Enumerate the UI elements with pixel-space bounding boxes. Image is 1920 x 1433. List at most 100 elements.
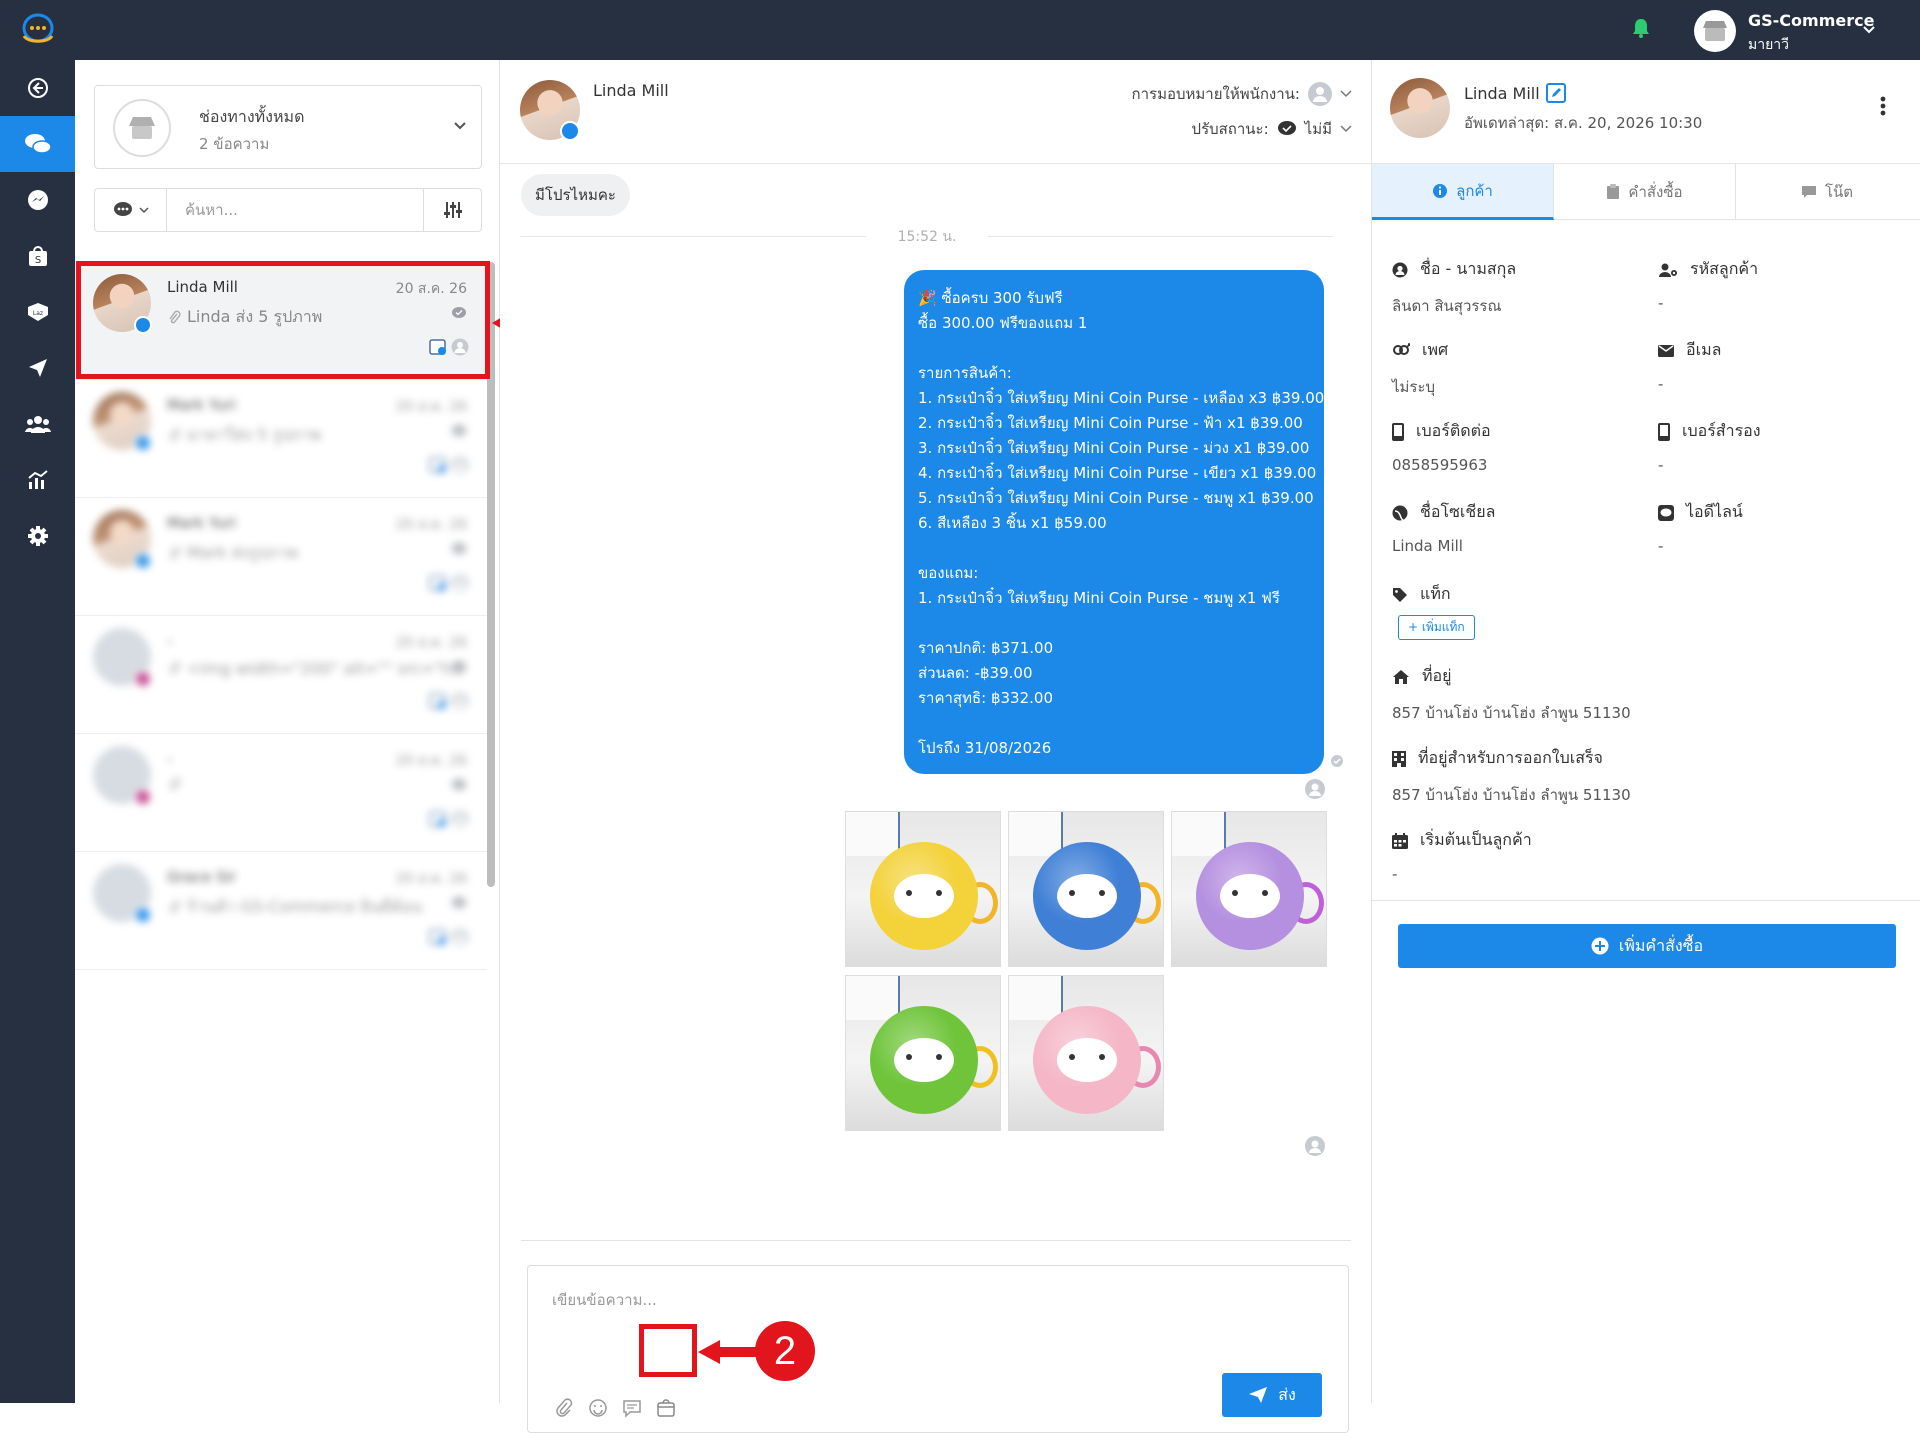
chat-bubbles-icon[interactable]: [0, 116, 75, 172]
info-icon: [1433, 183, 1448, 198]
customer-header: Linda Mill อัพเดทล่าสุด: ส.ค. 20, 2026 1…: [1372, 60, 1920, 164]
section-divider: [1372, 900, 1920, 901]
chevron-down-icon: [1340, 90, 1352, 98]
chat-read-icon: [452, 661, 466, 672]
field-customer-since: เริ่มต้นเป็นลูกค้า -: [1392, 828, 1532, 883]
chevron-down-icon: [138, 207, 149, 214]
filter-settings-icon[interactable]: [423, 189, 481, 231]
message-line: 1. กระเป๋าจิ๋ว ใส่เหรียญ Mini Coin Purse…: [918, 589, 1280, 607]
field-label: รหัสลูกค้า: [1690, 259, 1759, 278]
status-dropdown[interactable]: ปรับสถานะ: ไม่มี: [1192, 117, 1352, 141]
shopping-bag-icon[interactable]: S: [0, 228, 75, 284]
chat-check-icon: [1277, 121, 1296, 135]
search-input[interactable]: [167, 189, 423, 231]
gear-icon[interactable]: [0, 508, 75, 564]
product-image[interactable]: [1008, 811, 1164, 967]
send-button[interactable]: ส่ง: [1222, 1373, 1322, 1417]
attachment-icon: [169, 777, 181, 791]
message-line: โปรถึง 31/08/2026: [918, 739, 1052, 757]
top-bar: GS-Commerce มายาวี: [0, 0, 1920, 60]
tab-label: โน๊ต: [1824, 183, 1854, 201]
channel-selector[interactable]: ช่องทางทั้งหมด 2 ข้อความ: [94, 85, 482, 169]
product-image[interactable]: [1008, 975, 1164, 1131]
tab-label: คำสั่งซื้อ: [1628, 183, 1683, 201]
attachment-icon: [169, 546, 181, 559]
tab-orders[interactable]: คำสั่งซื้อ: [1554, 164, 1736, 220]
attachment-icon[interactable]: [554, 1398, 574, 1418]
send-icon[interactable]: [0, 340, 75, 396]
add-tag-button[interactable]: + เพิ่มแท็ก: [1398, 615, 1475, 640]
promo-quick-reply[interactable]: มีโปรไหมคะ: [521, 174, 630, 216]
composer-tools: [554, 1398, 676, 1418]
lazada-icon[interactable]: Laz: [0, 284, 75, 340]
product-image[interactable]: [845, 975, 1001, 1131]
assigned-page-icon: [429, 811, 446, 827]
conversation-name: -: [167, 632, 173, 650]
assign-agent-dropdown[interactable]: การมอบหมายให้พนักงาน:: [1132, 82, 1352, 106]
callout-marker-2: 2: [755, 1321, 815, 1381]
conversation-date: 20 ส.ค. 26: [395, 635, 467, 651]
conversation-meta: [429, 692, 469, 710]
conversation-item[interactable]: Grace Sir 20 ส.ค. 26 ร้านค้า GS-Commerce ย…: [75, 852, 487, 970]
customer-tabs: ลูกค้า คำสั่งซื้อ โน๊ต: [1372, 164, 1920, 220]
conversation-item[interactable]: Mark Yuri 20 ส.ค. 26 มาลาวีส่ง 5 รูปภาพ: [75, 380, 487, 498]
shop-name[interactable]: GS-Commerce: [1748, 11, 1874, 30]
conversation-preview-row: ร้านค้า GS-Commerce ยินดีต้อน: [167, 895, 422, 920]
chevron-down-icon[interactable]: [1862, 20, 1876, 39]
status-label: ปรับสถานะ:: [1191, 120, 1269, 138]
users-icon[interactable]: [0, 396, 75, 452]
message-type-filter[interactable]: [95, 189, 167, 231]
product-catalog-icon[interactable]: [656, 1398, 676, 1418]
emoji-icon[interactable]: [588, 1398, 608, 1418]
chat-filter-icon: [113, 202, 132, 216]
conversation-meta: [429, 810, 469, 828]
field-value: -: [1658, 456, 1664, 474]
contact-name[interactable]: Linda Mill: [593, 81, 669, 100]
mobile-phone-icon: [1392, 422, 1404, 441]
field-value: -: [1658, 537, 1664, 555]
read-check-icon: [1331, 755, 1343, 767]
messenger-badge-icon: [134, 434, 152, 452]
field-tags: แท็ก + เพิ่มแท็ก: [1392, 582, 1475, 640]
tab-notes[interactable]: โน๊ต: [1736, 164, 1918, 220]
analytics-icon[interactable]: [0, 452, 75, 508]
back-arrow-icon[interactable]: [0, 60, 75, 116]
field-value: 857 บ้านโฮ่ง บ้านโฮ่ง ลำพูน 51130: [1392, 704, 1631, 722]
add-order-button[interactable]: เพิ่มคำสั่งซื้อ: [1398, 924, 1896, 968]
app-logo-icon[interactable]: [18, 12, 58, 48]
user-avatar-icon: [451, 456, 469, 474]
conversation-preview: ร้านค้า GS-Commerce ยินดีต้อน: [187, 897, 423, 916]
message-line: ซื้อ 300.00 ฟรีของแถม 1: [918, 314, 1088, 332]
tab-customer[interactable]: ลูกค้า: [1372, 164, 1554, 220]
conversation-preview: มาลาวีส่ง 5 รูปภาพ: [187, 425, 322, 444]
field-value: 857 บ้านโฮ่ง บ้านโฮ่ง ลำพูน 51130: [1392, 786, 1631, 804]
message-line: 1. กระเป๋าจิ๋ว ใส่เหรียญ Mini Coin Purse…: [918, 389, 1325, 407]
edit-icon[interactable]: [1545, 83, 1566, 103]
product-image[interactable]: [845, 811, 1001, 967]
messenger-badge-icon: [134, 906, 152, 924]
gender-icon: [1393, 342, 1410, 355]
promo-message-bubble: 🎉 ซื้อครบ 300 รับฟรี ซื้อ 300.00 ฟรีของแถ…: [904, 270, 1324, 774]
instagram-badge-icon: [134, 670, 152, 688]
chevron-down-icon[interactable]: [453, 116, 467, 135]
product-image[interactable]: [1171, 811, 1327, 967]
conversation-preview: Mark ส่งรูปภาพ: [187, 543, 298, 562]
field-email: อีเมล -: [1658, 338, 1721, 393]
message-line: [918, 536, 1310, 561]
user-cog-icon: [1659, 263, 1677, 277]
chat-panel: Linda Mill การมอบหมายให้พนักงาน: ปรับสถา…: [500, 60, 1869, 1433]
notification-bell-icon[interactable]: [1632, 18, 1650, 42]
messenger-icon[interactable]: [0, 172, 75, 228]
shop-user[interactable]: มายาวี: [1748, 34, 1789, 56]
building-icon: [1392, 750, 1406, 767]
send-label: ส่ง: [1278, 1384, 1296, 1404]
conversation-item[interactable]: Mark Yuri 20 ส.ค. 26 Mark ส่งรูปภาพ: [75, 498, 487, 616]
quick-reply-icon[interactable]: [622, 1398, 642, 1418]
conversation-date: 20 ส.ค. 26: [395, 399, 467, 415]
shop-avatar[interactable]: [1694, 10, 1736, 52]
conversation-item[interactable]: - 20 ส.ค. 26 <img width="200" alt="" src="…: [75, 616, 487, 734]
conversation-item[interactable]: - 20 ส.ค. 26: [75, 734, 487, 852]
conversation-name: -: [167, 750, 173, 768]
message-line: ราคาปกติ: ฿371.00: [918, 639, 1054, 657]
more-options-icon[interactable]: [1880, 96, 1886, 116]
